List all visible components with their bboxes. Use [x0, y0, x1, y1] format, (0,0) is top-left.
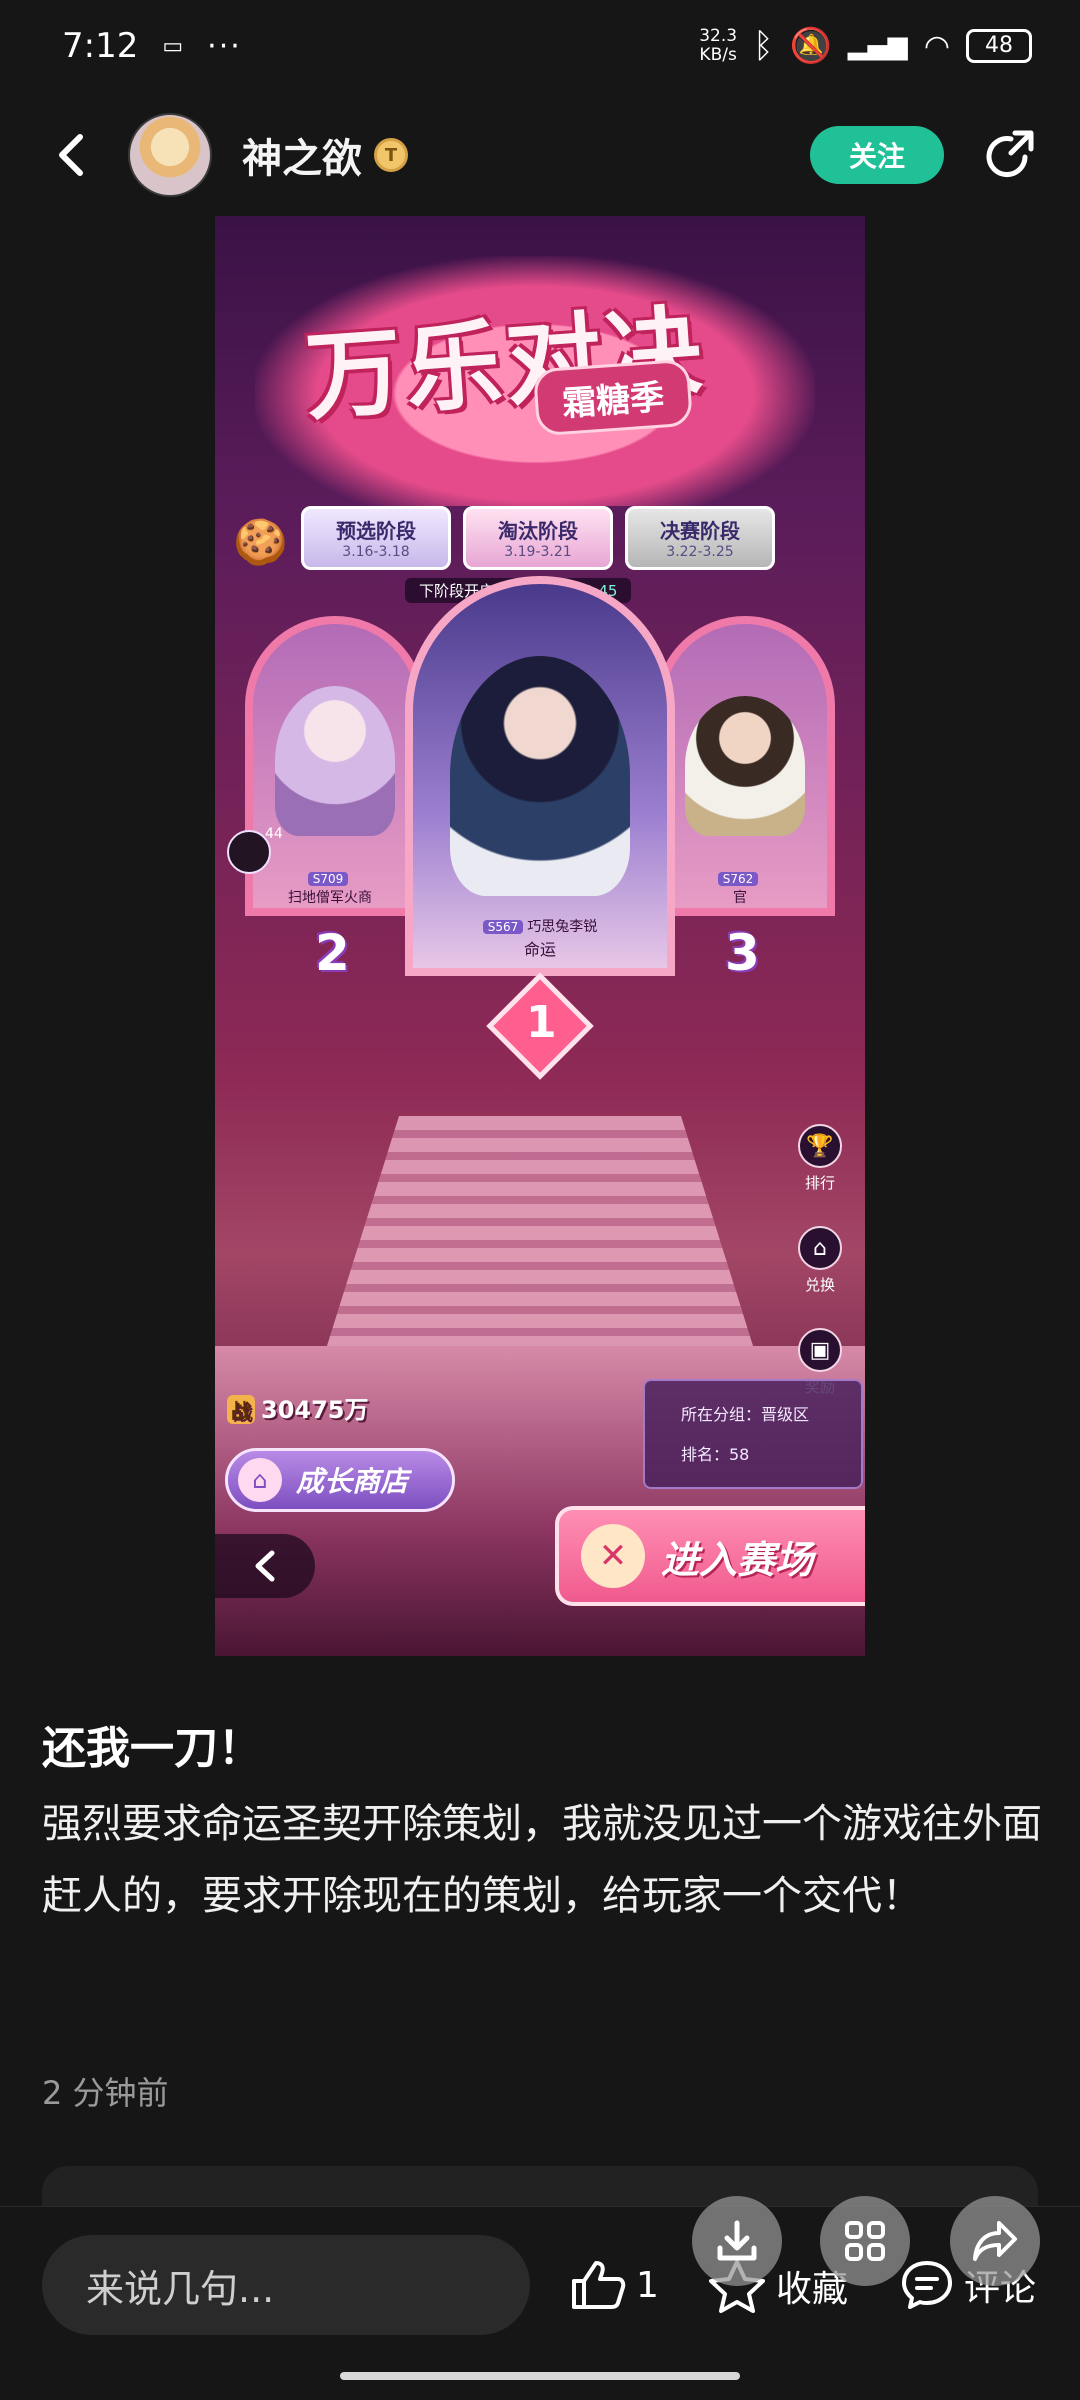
thumbs-up-icon: [572, 2261, 626, 2309]
comment-bubble-icon: [902, 2261, 952, 2309]
player-name: 巧思兔李锐: [527, 919, 598, 935]
gingerbread-icon: 🍪: [233, 517, 288, 568]
shop-label: 成长商店: [296, 1465, 409, 1498]
enter-arena-label: 进入赛场: [661, 1537, 814, 1582]
signal-icon: ▂▄▆: [847, 31, 908, 61]
download-button[interactable]: [692, 2196, 782, 2286]
stage-tabs: 预选阶段 3.16-3.18 淘汰阶段 3.19-3.21 决赛阶段 3.22-…: [301, 506, 775, 570]
rank-3: 3: [725, 924, 760, 982]
event-subtitle: 霜糖季: [532, 358, 694, 437]
server-tag: S762: [717, 872, 759, 886]
post-header: 神之欲 T 关注: [0, 100, 1080, 210]
power-badge: 战: [227, 1395, 255, 1424]
collapse-button[interactable]: [215, 1534, 315, 1598]
stage-final[interactable]: 决赛阶段 3.22-3.25: [625, 506, 775, 570]
verified-badge-icon: T: [374, 138, 408, 172]
forward-button[interactable]: [950, 2196, 1040, 2286]
side-menu-exchange[interactable]: ⌂ 兑换: [790, 1226, 850, 1306]
follow-button[interactable]: 关注: [810, 126, 944, 184]
rank-label: 排名：58: [681, 1445, 750, 1464]
player-tag-3: S762 官: [665, 871, 815, 907]
stage-elimination[interactable]: 淘汰阶段 3.19-3.21: [463, 506, 613, 570]
post-image[interactable]: 万乐对决 霜糖季 🍪 预选阶段 3.16-3.18 淘汰阶段 3.19-3.21…: [215, 216, 865, 1656]
download-icon: [717, 2220, 757, 2261]
like-button[interactable]: 1: [570, 2259, 659, 2311]
network-speed: 32.3 KB/s: [699, 26, 738, 65]
player-name: 官: [733, 890, 747, 906]
player-tag-2: S709 扫地僧军火商: [255, 871, 405, 907]
rank-1: 1: [525, 996, 557, 1048]
stage-name: 预选阶段: [336, 519, 416, 543]
power-value: 30475万: [261, 1396, 369, 1424]
comment-input[interactable]: 来说几句...: [42, 2235, 530, 2335]
author-avatar[interactable]: [128, 113, 212, 197]
server-tag: S709: [307, 872, 349, 886]
stage-date: 3.22-3.25: [666, 544, 734, 560]
share-out-icon: [986, 130, 1034, 178]
stage-prelim[interactable]: 预选阶段 3.16-3.18: [301, 506, 451, 570]
grid-icon: [845, 2221, 885, 2261]
chest-icon: ▣: [798, 1328, 842, 1372]
wifi-icon: ◠: [923, 28, 950, 64]
stage-name: 淘汰阶段: [498, 519, 578, 543]
status-bar: 7:12 ▭ ··· 32.3 KB/s ᛒ 🔕 ▂▄▆ ◠ 48: [0, 0, 1080, 92]
bluetooth-icon: ᛒ: [753, 26, 774, 66]
player-portrait-3[interactable]: [685, 696, 805, 836]
side-menu-label: 兑换: [804, 1276, 835, 1294]
left-badge-count: 44: [265, 826, 283, 842]
player-portrait-1[interactable]: [450, 656, 630, 896]
chevron-left-icon: [255, 1550, 275, 1582]
back-button[interactable]: [36, 120, 106, 190]
player-title: 命运: [523, 940, 556, 959]
rank-1-badge: 1: [486, 972, 594, 1080]
player-portrait-2[interactable]: [275, 686, 395, 836]
stage-date: 3.19-3.21: [504, 544, 572, 560]
server-tag: S567: [482, 920, 524, 934]
trophy-icon: 🏆: [798, 1124, 842, 1168]
store-icon: ⌂: [238, 1458, 282, 1502]
post-timestamp: 2 分钟前: [42, 2074, 169, 2112]
forward-icon: [973, 2221, 1017, 2261]
mute-icon: 🔕: [789, 26, 832, 66]
rank-2: 2: [315, 924, 350, 982]
side-menu-label: 排行: [804, 1174, 835, 1192]
growth-shop-button[interactable]: ⌂ 成长商店: [225, 1448, 455, 1512]
status-time: 7:12: [62, 26, 139, 66]
like-count: 1: [636, 2264, 659, 2306]
battery-indicator: 48: [966, 29, 1032, 63]
player-tag-1: S567 巧思兔李锐 命运: [445, 916, 635, 960]
back-arrow-icon: [59, 134, 83, 176]
post-body: 强烈要求命运圣契开除策划，我就没见过一个游戏往外面赶人的，要求开除现在的策划，给…: [42, 1801, 1042, 1919]
notification-icon: ▭: [162, 33, 184, 59]
side-menu-ranking[interactable]: 🏆 排行: [790, 1124, 850, 1204]
crossed-swords-icon: ✕: [581, 1524, 645, 1588]
bottom-action-bar: 来说几句... 1 收藏 评论: [0, 2206, 1080, 2400]
shop-icon: ⌂: [798, 1226, 842, 1270]
grid-button[interactable]: [820, 2196, 910, 2286]
group-label: 所在分组：晋级区: [681, 1405, 810, 1424]
home-indicator[interactable]: [340, 2372, 740, 2380]
group-info: 所在分组：晋级区 排名：58: [643, 1379, 863, 1489]
post-title: 还我一刀！: [42, 1723, 262, 1774]
combat-power: 战 30475万: [227, 1390, 369, 1425]
author-name[interactable]: 神之欲: [242, 126, 362, 184]
share-button[interactable]: [974, 120, 1044, 190]
more-notifications-icon: ···: [207, 28, 242, 64]
enter-arena-button[interactable]: ✕ 进入赛场: [555, 1506, 865, 1606]
stage-name: 决赛阶段: [660, 519, 740, 543]
stage-date: 3.16-3.18: [342, 544, 410, 560]
player-name: 扫地僧军火商: [288, 890, 372, 906]
